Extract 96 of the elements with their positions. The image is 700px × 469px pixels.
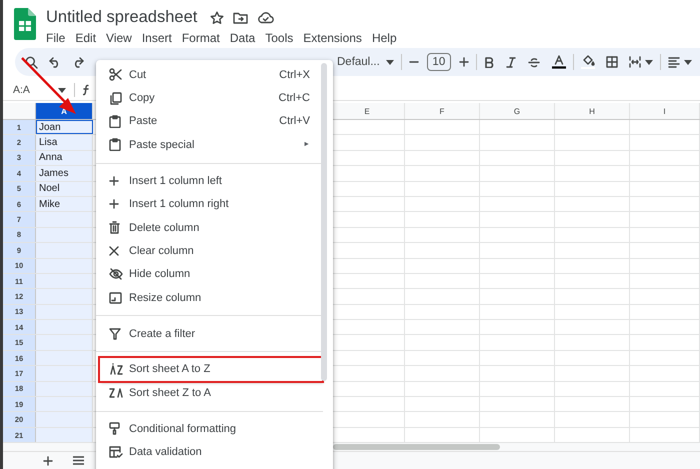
borders-icon[interactable] xyxy=(606,56,618,68)
sort-icon xyxy=(109,362,123,376)
search-icon[interactable] xyxy=(25,56,38,68)
table-cell: Anna xyxy=(36,150,93,166)
menu-bar-item[interactable]: Help xyxy=(368,31,403,45)
selected-cell[interactable] xyxy=(36,243,93,258)
selected-cell[interactable] xyxy=(36,228,93,242)
font-dropdown[interactable]: Defaul... xyxy=(337,56,380,68)
eye-off-icon xyxy=(109,268,123,280)
table-cell: Noel xyxy=(36,182,93,196)
selected-cell[interactable] xyxy=(36,274,93,288)
star-icon[interactable] xyxy=(210,10,224,24)
menu-item[interactable]: Sort sheet Z to A xyxy=(100,381,322,405)
selected-cell[interactable] xyxy=(36,258,93,273)
menu-item[interactable]: Insert 1 column right xyxy=(100,192,322,216)
column-header[interactable]: G xyxy=(480,103,555,119)
plus-icon[interactable] xyxy=(458,57,469,67)
plus-icon[interactable] xyxy=(43,456,53,466)
font-size-field[interactable]: 10 xyxy=(426,53,451,71)
column-header[interactable]: F xyxy=(405,103,480,119)
menu-bar-item[interactable]: Edit xyxy=(71,31,102,45)
menu-item[interactable]: Sort sheet A to Z xyxy=(100,358,322,382)
menu-item[interactable]: Delete column xyxy=(100,216,322,240)
resize-icon xyxy=(109,292,122,304)
merge-icon[interactable] xyxy=(628,56,641,68)
italic-icon[interactable] xyxy=(506,56,516,68)
table-cell: James xyxy=(36,166,93,181)
document-title[interactable]: Untitled spreadsheet xyxy=(46,8,198,27)
selected-cell[interactable] xyxy=(36,428,93,442)
selected-cell[interactable] xyxy=(36,304,93,320)
trash-icon xyxy=(109,221,120,234)
menu-bar-item[interactable]: Data xyxy=(226,31,262,45)
caret-icon[interactable] xyxy=(386,60,394,64)
shortcut-label: Ctrl+V xyxy=(279,115,310,128)
plus-icon xyxy=(109,199,119,210)
strikethrough-icon[interactable] xyxy=(528,56,540,68)
menu-bar-item[interactable]: File xyxy=(46,31,72,45)
sort-icon xyxy=(109,386,123,400)
selected-cell[interactable] xyxy=(36,289,93,304)
horizontal-scrollbar[interactable] xyxy=(333,444,500,450)
column-header[interactable]: I xyxy=(630,103,700,119)
selected-cell[interactable] xyxy=(36,382,93,396)
menu-scrollbar[interactable] xyxy=(321,63,327,381)
menu-item[interactable]: Create a filter xyxy=(100,322,322,346)
selected-cell[interactable] xyxy=(36,212,93,227)
bold-icon[interactable] xyxy=(484,56,494,68)
fill-color-icon[interactable] xyxy=(580,55,595,69)
column-header[interactable]: H xyxy=(555,103,630,119)
table-cell: Mike xyxy=(36,196,93,212)
table-cell: Joan xyxy=(36,120,93,134)
scissors-icon xyxy=(109,68,122,82)
shortcut-label: Ctrl+X xyxy=(279,68,310,81)
name-box[interactable]: A:A xyxy=(13,84,58,96)
menu-bar-item[interactable]: Insert xyxy=(138,31,178,45)
menu-item[interactable]: Data validation xyxy=(100,440,322,464)
menu-bar-item[interactable]: View xyxy=(102,31,138,45)
clipboard-icon xyxy=(109,114,121,128)
menu-item[interactable]: Copy Ctrl+C xyxy=(100,86,322,110)
menu-item[interactable]: Insert 1 column left xyxy=(100,169,322,192)
cloud-icon[interactable] xyxy=(257,11,274,24)
clipboard-icon xyxy=(109,138,121,152)
selected-cell[interactable] xyxy=(36,397,93,412)
text-color-icon[interactable] xyxy=(552,55,566,69)
selected-cell[interactable] xyxy=(36,350,93,366)
function-icon xyxy=(83,84,89,96)
menu-item[interactable]: Clear column xyxy=(100,239,322,263)
redo-icon[interactable] xyxy=(72,56,84,68)
sheets-logo[interactable] xyxy=(14,8,36,40)
folder-icon[interactable] xyxy=(233,11,248,24)
plus-icon xyxy=(109,176,119,186)
paint-roller-icon xyxy=(109,422,120,436)
menu-bar-item[interactable]: Tools xyxy=(261,31,300,45)
caret-icon[interactable] xyxy=(644,60,653,64)
filter-icon xyxy=(109,328,121,340)
column-header[interactable]: A xyxy=(36,103,93,119)
close-icon xyxy=(109,246,119,256)
selected-cell[interactable] xyxy=(36,320,93,334)
align-icon[interactable] xyxy=(668,56,680,68)
selected-cell[interactable] xyxy=(36,335,93,350)
selected-cell[interactable] xyxy=(36,412,93,427)
caret-icon[interactable] xyxy=(58,88,66,92)
menu-item[interactable]: Hide column xyxy=(100,262,322,286)
shortcut-label: Ctrl+C xyxy=(278,92,310,104)
menu-item[interactable]: Paste Ctrl+V xyxy=(100,110,322,134)
menu-item[interactable]: Conditional formatting xyxy=(100,417,322,440)
selected-cell[interactable] xyxy=(36,366,93,381)
menu-item[interactable]: Resize column xyxy=(100,286,322,310)
menu-icon[interactable] xyxy=(73,456,84,466)
caret-icon[interactable] xyxy=(684,60,692,64)
menu-bar-item[interactable]: Format xyxy=(178,31,226,45)
table-check-icon xyxy=(109,446,123,459)
copy-icon xyxy=(109,92,122,105)
menu-bar-item[interactable]: Extensions xyxy=(299,31,368,45)
menu-item[interactable]: Cut Ctrl+X xyxy=(100,63,322,86)
table-cell: Lisa xyxy=(36,135,93,150)
undo-icon[interactable] xyxy=(49,56,61,68)
